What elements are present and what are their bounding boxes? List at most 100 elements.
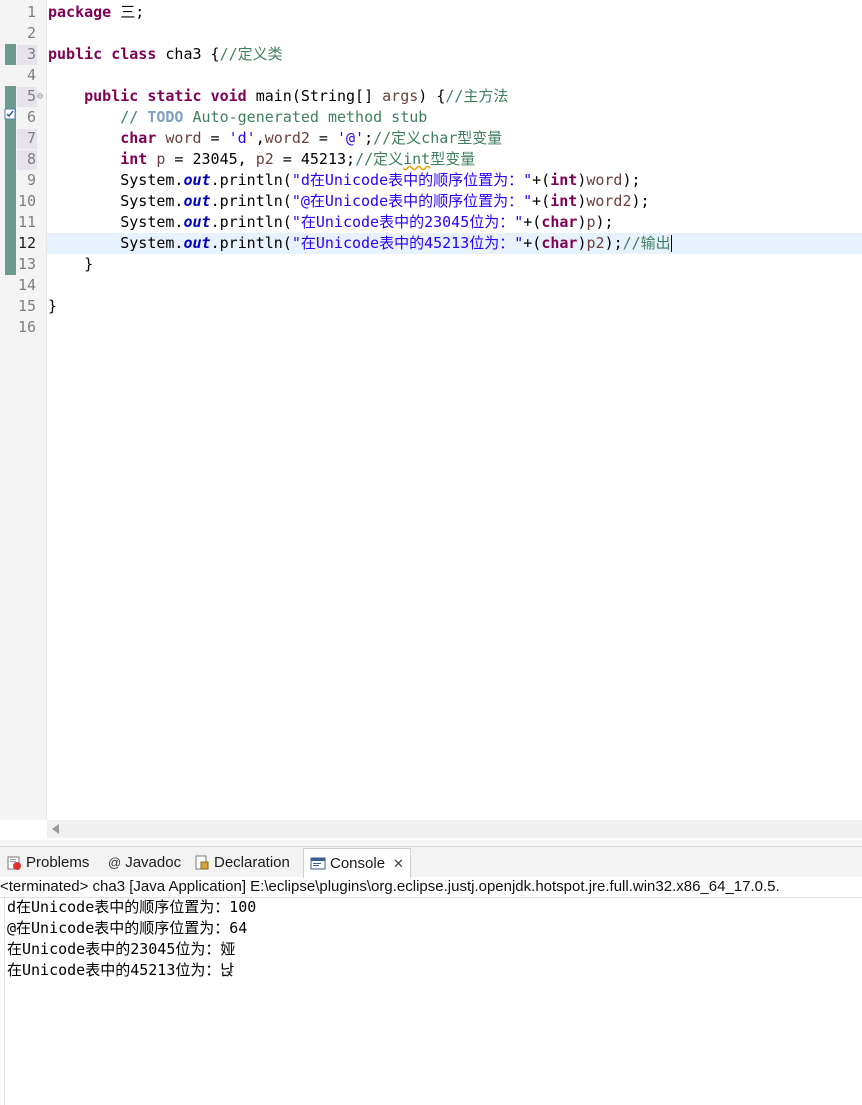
line-number: 16: [17, 318, 36, 336]
console-output-line: 在Unicode表中的23045位为：娅: [7, 940, 236, 958]
code-text: .println(: [210, 192, 292, 210]
code-editor[interactable]: 1 2 3 4 5 6 7 8 9 10 11 12 13 14 15 16 ⊖…: [0, 0, 862, 840]
line-number: 4: [26, 66, 36, 84]
line-number: 13: [17, 255, 36, 273]
line-number: 15: [17, 297, 36, 315]
code-text: +(: [523, 234, 542, 252]
keyword: static: [147, 87, 202, 105]
string-literal: "@在Unicode表中的顺序位置为：": [291, 192, 533, 210]
code-line-9[interactable]: System.out.println("d在Unicode表中的顺序位置为："+…: [48, 170, 862, 191]
console-output-line: 在Unicode表中的45213位为：낝: [7, 961, 235, 979]
code-line-7[interactable]: char word = 'd',word2 = '@';//定义char型变量: [48, 128, 862, 149]
code-text: System.: [120, 192, 184, 210]
console-status-line: <terminated> cha3 [Java Application] E:\…: [0, 877, 862, 898]
static-field: out: [183, 171, 211, 189]
bottom-panel-tabs: Problems @ Javadoc Declaration Console ✕: [0, 846, 862, 878]
code-line-10[interactable]: System.out.println("@在Unicode表中的顺序位置为："+…: [48, 191, 862, 212]
variable: word2: [586, 192, 632, 210]
class-name: cha3 {: [156, 45, 220, 63]
variable: p: [147, 150, 166, 168]
todo-tag: TODO: [147, 108, 184, 126]
code-text: );: [604, 234, 623, 252]
code-text: +(: [532, 192, 551, 210]
tab-declaration[interactable]: Declaration: [194, 851, 290, 875]
variable: word2: [264, 129, 310, 147]
string-literal: "在Unicode表中的23045位为：": [291, 213, 524, 231]
line-number: 11: [17, 213, 36, 231]
code-text: .println(: [210, 171, 292, 189]
string-literal: 'd': [228, 129, 256, 147]
comment: //主方法: [445, 87, 509, 105]
variable: p2: [255, 150, 274, 168]
code-text: System.: [120, 213, 184, 231]
string-literal: '@': [337, 129, 365, 147]
line-number: 5: [26, 87, 36, 105]
line-number: 2: [26, 24, 36, 42]
variable: word: [586, 171, 623, 189]
code-text: ): [577, 171, 587, 189]
tab-label: Declaration: [214, 854, 290, 871]
javadoc-icon: @: [108, 855, 122, 871]
scroll-left-icon[interactable]: [52, 824, 59, 834]
code-text: = 23045,: [165, 150, 256, 168]
panel-border: [4, 897, 5, 1105]
code-text: ,: [255, 129, 265, 147]
code-line-15[interactable]: }: [48, 296, 862, 317]
code-line-5[interactable]: public static void main(String[] args) {…: [48, 86, 862, 107]
code-text: ): [577, 234, 587, 252]
code-text: 三;: [111, 3, 145, 21]
code-line-3[interactable]: public class cha3 {//定义类: [48, 44, 862, 65]
console-output-line: d在Unicode表中的顺序位置为：100: [7, 898, 257, 916]
code-line-6[interactable]: // TODO Auto-generated method stub: [48, 107, 862, 128]
code-line-13[interactable]: }: [48, 254, 862, 275]
comment: 型变量: [430, 150, 476, 168]
code-text: }: [48, 297, 58, 315]
code-text: ;: [364, 129, 374, 147]
comment: //定义: [355, 150, 404, 168]
variable: p: [586, 213, 596, 231]
code-text: ): [577, 192, 587, 210]
problems-icon: [7, 856, 21, 871]
tab-label: Problems: [26, 854, 90, 871]
console-icon: [310, 857, 326, 870]
text-caret: [670, 235, 672, 252]
comment-spellcheck: int: [403, 150, 431, 168]
keyword: package: [48, 3, 112, 21]
code-text: =: [309, 129, 337, 147]
line-number: 14: [17, 276, 36, 294]
comment: //: [120, 108, 148, 126]
line-number: 9: [26, 171, 36, 189]
line-number: 7: [26, 129, 36, 147]
line-number: 1: [26, 3, 36, 21]
tab-console[interactable]: Console ✕: [303, 848, 411, 878]
code-line-12[interactable]: System.out.println("在Unicode表中的45213位为："…: [48, 233, 862, 254]
comment: //输出: [622, 234, 671, 252]
code-line-1[interactable]: package 三;: [48, 2, 862, 23]
keyword: int: [120, 150, 148, 168]
keyword: char: [541, 234, 578, 252]
keyword: int: [550, 171, 578, 189]
tab-javadoc[interactable]: @ Javadoc: [108, 851, 181, 875]
code-text: );: [622, 171, 641, 189]
variable: word: [156, 129, 202, 147]
line-number: 10: [17, 192, 36, 210]
code-line-11[interactable]: System.out.println("在Unicode表中的23045位为："…: [48, 212, 862, 233]
tab-label: Console: [330, 855, 386, 872]
code-text: ): [577, 213, 587, 231]
keyword: public: [84, 87, 139, 105]
fold-minus-icon[interactable]: ⊖: [37, 86, 43, 107]
code-text: }: [84, 255, 94, 273]
code-text: +(: [523, 213, 542, 231]
line-number: 8: [26, 150, 36, 168]
comment: Auto-generated method stub: [183, 108, 428, 126]
declaration-icon: [195, 855, 209, 870]
tab-problems[interactable]: Problems: [6, 851, 89, 875]
close-icon[interactable]: ✕: [393, 849, 404, 878]
string-literal: "在Unicode表中的45213位为：": [291, 234, 524, 252]
horizontal-scrollbar[interactable]: [47, 820, 862, 838]
string-literal: "d在Unicode表中的顺序位置为：": [291, 171, 533, 189]
code-line-8[interactable]: int p = 23045, p2 = 45213;//定义int型变量: [48, 149, 862, 170]
task-marker-icon[interactable]: [4, 108, 16, 120]
static-field: out: [183, 192, 211, 210]
code-text: );: [631, 192, 650, 210]
